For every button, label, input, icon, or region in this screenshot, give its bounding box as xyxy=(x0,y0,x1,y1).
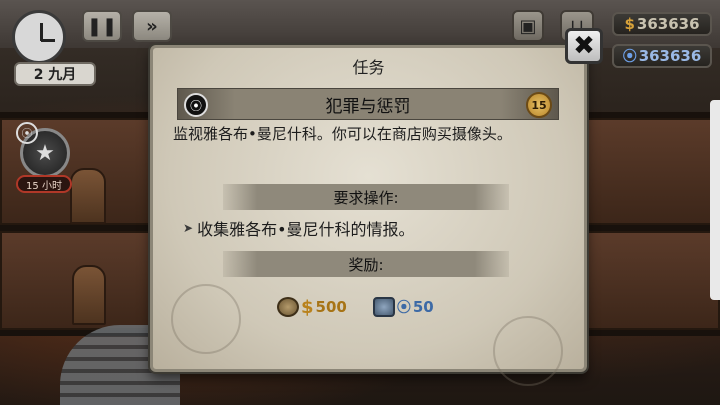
reputation-medal-icon xyxy=(372,297,395,317)
clock-icon xyxy=(12,10,66,64)
money-value: 363636 xyxy=(636,15,700,33)
quest-name-banner: ⦿ 犯罪与惩罚 15 xyxy=(177,88,559,120)
quest-description: 监视雅各布•曼尼什科。你可以在商店购买摄像头。 xyxy=(173,125,512,143)
requirement-text: 收集雅各布•曼尼什科的情报。 xyxy=(197,220,415,239)
fast-forward-icon: » xyxy=(146,15,158,37)
rewards-heading: 奖励: xyxy=(223,251,509,277)
pause-icon: ❚❚ xyxy=(86,15,118,37)
reward-cash: $ 500 xyxy=(277,297,347,318)
reputation-icon: ⦿ xyxy=(396,300,411,316)
police-badge-icon: ★ xyxy=(35,140,55,166)
edge-handle[interactable] xyxy=(710,100,720,300)
bullet-arrow-icon: ➤ xyxy=(183,221,194,235)
requirements-heading: 要求操作: xyxy=(223,184,509,210)
dollar-icon: $ xyxy=(624,15,635,33)
close-icon: ✖ xyxy=(573,31,595,61)
bag-icon: ▣ xyxy=(519,15,537,37)
quest-shield-icon: ⦿ xyxy=(184,93,208,117)
room-right-upper xyxy=(585,118,720,225)
rewards-list: $ 500 ⦿ 50 xyxy=(277,294,434,320)
timer-badge: 15 小时 xyxy=(16,175,72,193)
room-right-lower xyxy=(585,231,720,330)
quest-marker-icon[interactable]: ⦿ xyxy=(16,122,38,144)
coins-icon xyxy=(277,297,299,317)
requirement-item: ➤ 收集雅各布•曼尼什科的情报。 xyxy=(183,216,563,240)
dialog-title: 任务 xyxy=(352,58,385,77)
fast-forward-button[interactable]: » xyxy=(132,10,172,42)
compass-decoration xyxy=(493,316,563,386)
money-counter[interactable]: $ 363636 xyxy=(612,12,712,36)
quest-level-badge: 15 xyxy=(526,92,552,118)
shop-button[interactable]: ▣ xyxy=(512,10,544,42)
door[interactable] xyxy=(70,168,106,224)
reward-cash-value: 500 xyxy=(315,298,347,316)
dollar-icon: $ xyxy=(301,296,314,318)
quest-dialog: 任务 ⦿ 犯罪与惩罚 15 监视雅各布•曼尼什科。你可以在商店购买摄像头。 要求… xyxy=(150,45,587,386)
reputation-value: 363636 xyxy=(638,47,702,65)
quest-name: 犯罪与惩罚 xyxy=(325,96,411,117)
close-button[interactable]: ✖ xyxy=(565,28,603,64)
date-display: 2 九月 xyxy=(14,62,96,86)
reputation-counter[interactable]: ⦿ 363636 xyxy=(612,44,712,68)
reputation-icon: ⦿ xyxy=(622,49,637,65)
pause-button[interactable]: ❚❚ xyxy=(82,10,122,42)
reward-reputation-value: 50 xyxy=(412,298,434,316)
reward-reputation: ⦿ 50 xyxy=(372,297,434,317)
door[interactable] xyxy=(72,265,106,325)
compass-decoration xyxy=(171,284,241,354)
